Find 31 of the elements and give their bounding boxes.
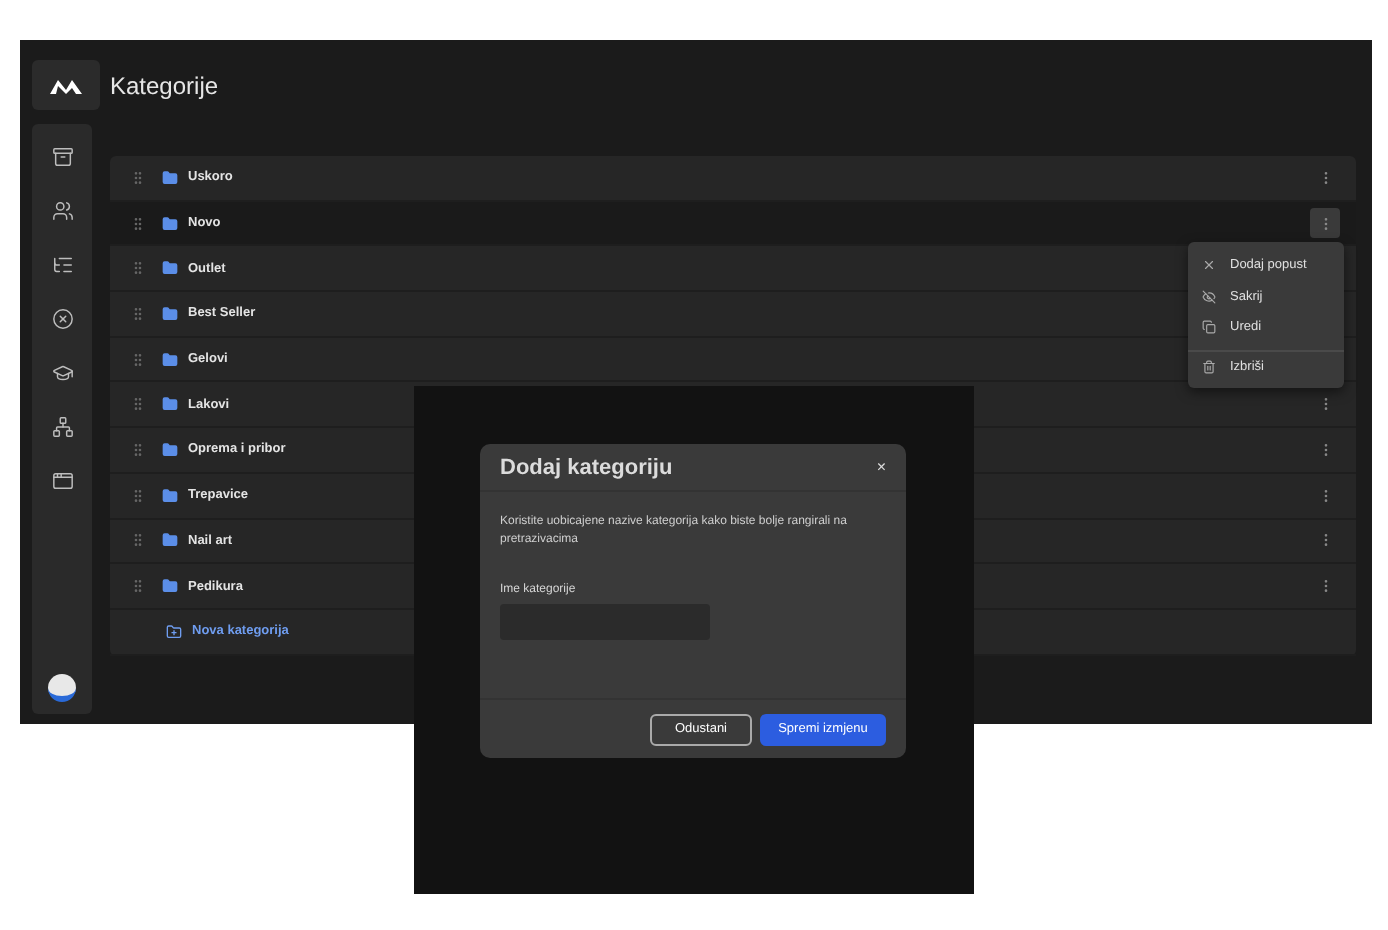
- drag-handle-icon[interactable]: [130, 260, 146, 277]
- folder-icon: [162, 260, 178, 277]
- page-title: Kategorije: [110, 70, 221, 104]
- folder-icon: [162, 396, 178, 413]
- drag-handle-icon[interactable]: [130, 532, 146, 549]
- drag-handle-icon[interactable]: [130, 487, 146, 504]
- logo[interactable]: [32, 60, 100, 110]
- close-button[interactable]: ×: [876, 458, 886, 476]
- drag-handle-icon[interactable]: [130, 305, 146, 322]
- avatar[interactable]: [48, 674, 76, 702]
- drag-handle-icon[interactable]: [130, 215, 146, 232]
- folder-icon: [162, 578, 178, 595]
- drag-handle-icon[interactable]: [130, 169, 146, 186]
- folder-icon: [162, 351, 178, 368]
- folder-icon: [162, 532, 178, 549]
- drag-handle-icon[interactable]: [130, 351, 146, 368]
- folder-icon: [162, 169, 178, 186]
- folder-plus-icon: [166, 623, 182, 640]
- dialog-title: Dodaj kategoriju: [500, 455, 673, 479]
- logo-icon: [50, 77, 82, 93]
- drag-handle-icon[interactable]: [130, 578, 146, 595]
- drag-handle-icon[interactable]: [130, 441, 146, 458]
- copy-icon: [1202, 320, 1216, 335]
- drag-handle-icon[interactable]: [130, 396, 146, 413]
- folder-icon: [162, 215, 178, 232]
- x-icon: [1202, 258, 1216, 273]
- eye-off-icon: [1202, 289, 1216, 304]
- folder-icon: [162, 305, 178, 322]
- folder-icon: [162, 487, 178, 504]
- trash-icon: [1202, 360, 1216, 375]
- folder-icon: [162, 441, 178, 458]
